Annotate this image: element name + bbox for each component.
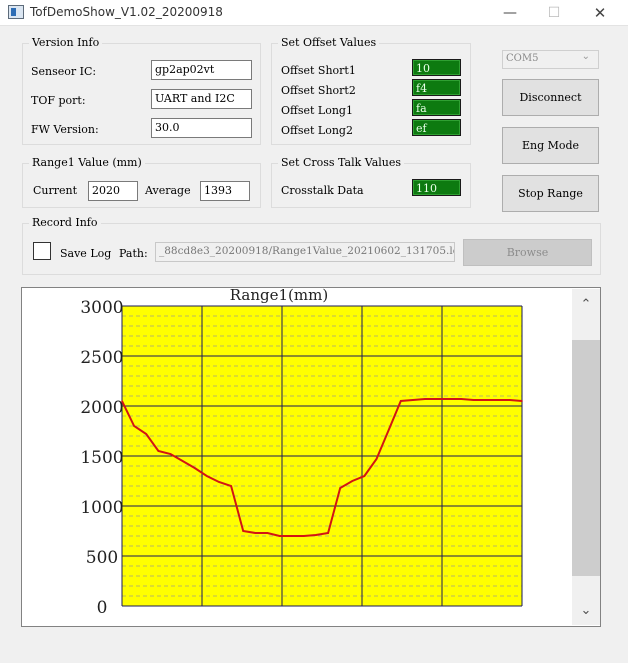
series-point bbox=[472, 399, 475, 401]
series-point bbox=[254, 532, 257, 534]
series-point bbox=[509, 399, 511, 401]
browse-button[interactable]: Browse bbox=[463, 239, 592, 266]
series-point bbox=[218, 481, 220, 483]
offset-long2-field[interactable]: ef bbox=[412, 119, 461, 136]
maximize-button[interactable]: ☐ bbox=[532, 0, 576, 26]
series-point bbox=[133, 425, 135, 427]
path-label: Path: bbox=[119, 247, 148, 260]
com-port-value: COM5 bbox=[506, 53, 539, 64]
series-point bbox=[278, 535, 281, 537]
series-point bbox=[521, 400, 523, 402]
crosstalk-data-label: Crosstalk Data bbox=[281, 184, 364, 197]
offset-long2-label: Offset Long2 bbox=[281, 124, 353, 137]
series-point bbox=[351, 480, 354, 482]
sensor-ic-field[interactable]: gp2ap02vt bbox=[151, 60, 252, 80]
series-point bbox=[145, 433, 147, 435]
y-tick-label: 2000 bbox=[80, 398, 123, 418]
series-point bbox=[484, 399, 487, 401]
crosstalk-data-field[interactable]: 110 bbox=[412, 179, 461, 196]
version-info-title: Version Info bbox=[29, 36, 103, 49]
range1-value-title: Range1 Value (mm) bbox=[29, 156, 145, 169]
sensor-ic-label: Senseor IC: bbox=[31, 65, 97, 78]
y-tick-label: 3000 bbox=[80, 298, 123, 318]
offset-values-title: Set Offset Values bbox=[278, 36, 380, 49]
chart-title: Range1(mm) bbox=[230, 288, 328, 304]
offset-short1-label: Offset Short1 bbox=[281, 64, 356, 77]
current-label: Current bbox=[33, 184, 78, 197]
disconnect-button[interactable]: Disconnect bbox=[502, 79, 599, 116]
minimize-button[interactable]: — bbox=[488, 0, 532, 26]
series-point bbox=[387, 429, 390, 431]
y-tick-label: 1000 bbox=[80, 498, 123, 518]
series-point bbox=[242, 530, 244, 532]
save-log-checkbox[interactable] bbox=[33, 242, 51, 260]
y-tick-label: 500 bbox=[86, 548, 118, 568]
chart-scrollbar[interactable]: ⌃ ⌄ bbox=[572, 289, 600, 625]
scrollbar-thumb[interactable] bbox=[572, 340, 600, 576]
fw-version-label: FW Version: bbox=[31, 123, 99, 136]
y-tick-label: 2500 bbox=[80, 348, 123, 368]
log-path-field[interactable]: _88cd8e3_20200918/Range1Value_20210602_1… bbox=[155, 242, 455, 262]
series-point bbox=[315, 534, 317, 536]
series-point bbox=[339, 487, 342, 489]
com-port-select[interactable]: COM5 ⌄ bbox=[502, 50, 599, 69]
series-point bbox=[375, 458, 378, 460]
offset-long1-field[interactable]: fa bbox=[412, 99, 461, 116]
eng-mode-button[interactable]: Eng Mode bbox=[502, 127, 599, 164]
current-value-field[interactable]: 2020 bbox=[88, 181, 138, 201]
range1-chart: Range1(mm) 3000 2500 2000 1500 1000 500 0 bbox=[80, 288, 523, 618]
series-point bbox=[206, 475, 208, 477]
stop-range-button[interactable]: Stop Range bbox=[502, 175, 599, 212]
series-point bbox=[266, 532, 269, 534]
series-point bbox=[424, 398, 426, 400]
series-point bbox=[448, 398, 451, 400]
app-icon bbox=[8, 5, 24, 19]
window-title: TofDemoShow_V1.02_20200918 bbox=[30, 5, 223, 19]
series-point bbox=[157, 450, 160, 452]
series-point bbox=[460, 398, 463, 400]
series-point bbox=[181, 460, 184, 462]
series-point bbox=[436, 398, 439, 400]
series-point bbox=[363, 475, 366, 477]
average-label: Average bbox=[145, 184, 191, 197]
offset-short1-field[interactable]: 10 bbox=[412, 59, 461, 76]
scroll-up-icon[interactable]: ⌃ bbox=[572, 289, 600, 319]
series-point bbox=[121, 400, 123, 402]
series-point bbox=[230, 485, 232, 487]
series-point bbox=[290, 535, 293, 537]
save-log-label: Save Log bbox=[60, 247, 112, 260]
series-point bbox=[169, 453, 172, 455]
fw-version-field[interactable]: 30.0 bbox=[151, 118, 252, 138]
close-button[interactable]: ✕ bbox=[578, 0, 622, 26]
offset-long1-label: Offset Long1 bbox=[281, 104, 353, 117]
offset-short2-label: Offset Short2 bbox=[281, 84, 356, 97]
chevron-down-icon: ⌄ bbox=[581, 51, 590, 62]
tof-port-label: TOF port: bbox=[31, 94, 86, 107]
series-point bbox=[327, 532, 329, 534]
y-tick-label: 0 bbox=[97, 598, 108, 618]
cross-talk-title: Set Cross Talk Values bbox=[278, 156, 405, 169]
y-axis-tick-labels: 3000 2500 2000 1500 1000 500 0 bbox=[80, 298, 123, 618]
record-info-title: Record Info bbox=[29, 216, 101, 229]
scroll-down-icon[interactable]: ⌄ bbox=[572, 595, 600, 625]
average-value-field[interactable]: 1393 bbox=[200, 181, 250, 201]
offset-short2-field[interactable]: f4 bbox=[412, 79, 461, 96]
series-point bbox=[497, 399, 499, 401]
y-tick-label: 1500 bbox=[80, 448, 123, 468]
series-point bbox=[193, 467, 196, 469]
tof-port-field[interactable]: UART and I2C bbox=[151, 89, 252, 109]
series-point bbox=[303, 535, 305, 537]
series-point bbox=[400, 400, 402, 402]
series-point bbox=[412, 399, 414, 401]
